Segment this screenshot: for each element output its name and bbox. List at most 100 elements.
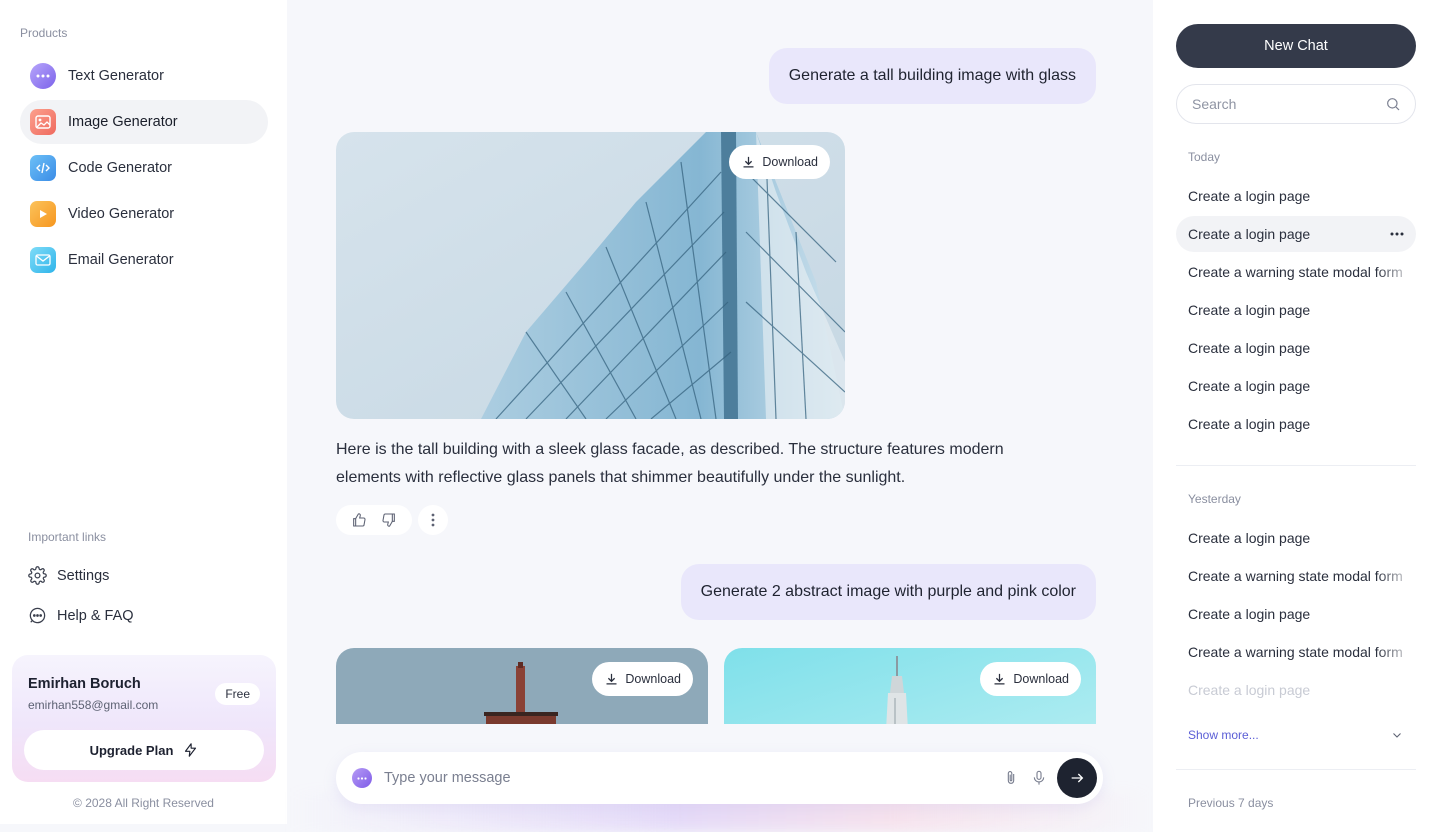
history-item-label: Create a login page [1188,226,1311,242]
generated-image-card: Download [336,132,845,419]
help-faq-label: Help & FAQ [57,607,134,624]
text-fade [1376,254,1416,290]
download-icon [743,156,754,167]
section-divider [1176,769,1416,770]
history-item[interactable]: Create a warning state modal form [1176,634,1416,670]
history-item-active[interactable]: Create a login page [1176,216,1416,252]
code-icon [30,155,56,181]
thumbs-down-button[interactable] [374,505,404,535]
download-label: Download [1013,672,1069,686]
user-message: Generate 2 abstract image with purple an… [680,564,1096,620]
text-fade [1376,634,1416,670]
gear-icon [28,566,47,585]
history-item-label: Create a warning state modal form [1188,568,1403,584]
download-label: Download [625,672,681,686]
history-item[interactable]: Create a login page [1176,672,1416,708]
generated-image-card: Download [724,648,1096,724]
video-play-icon [30,201,56,227]
history-item-label: Create a warning state modal form [1188,264,1403,280]
chat-history-panel: New Chat Today Create a login page Creat… [1153,0,1440,832]
thumbs-up-icon [353,513,366,527]
download-label: Download [762,155,818,169]
thumbs-down-icon [382,513,395,527]
help-faq-link[interactable]: Help & FAQ [28,606,134,625]
chat-main: Generate a tall building image with glas… [287,0,1153,832]
nav-label: Email Generator [68,252,174,268]
profile-card: Emirhan Boruch emirhan558@gmail.com Free… [12,655,276,782]
products-heading: Products [20,26,68,40]
section-divider [1176,465,1416,466]
profile-email: emirhan558@gmail.com [28,698,159,712]
attach-button[interactable] [997,764,1025,792]
show-more-button[interactable]: Show more... [1188,728,1403,742]
nav-label: Code Generator [68,160,172,176]
history-item[interactable]: Create a warning state modal form [1176,558,1416,594]
history-item[interactable]: Create a login page [1176,368,1416,404]
history-item-options-button[interactable] [1390,216,1404,252]
nav-label: Image Generator [68,114,178,130]
previous-7-days-label: Previous 7 days [1188,796,1274,810]
download-button[interactable]: Download [592,662,693,696]
upgrade-plan-button[interactable]: Upgrade Plan [24,730,264,770]
download-button[interactable]: Download [980,662,1081,696]
mail-icon [30,247,56,273]
settings-link[interactable]: Settings [28,566,109,585]
download-icon [994,673,1005,684]
message-composer [336,752,1103,804]
text-fade [1376,558,1416,594]
microphone-icon [1033,770,1045,785]
nav-item-video-generator[interactable]: Video Generator [20,192,268,236]
history-item[interactable]: Create a login page [1176,520,1416,556]
vertical-dots-icon [431,513,435,527]
nav-item-text-generator[interactable]: Text Generator [20,54,268,98]
upgrade-plan-label: Upgrade Plan [89,742,174,758]
send-button[interactable] [1057,758,1097,798]
microphone-button[interactable] [1025,764,1053,792]
feedback-pill [336,505,412,535]
history-item[interactable]: Create a login page [1176,292,1416,328]
new-chat-button[interactable]: New Chat [1176,24,1416,68]
help-chat-icon [29,607,46,624]
search-input[interactable] [1192,96,1385,112]
user-message: Generate a tall building image with glas… [768,48,1096,104]
download-button[interactable]: Download [729,145,830,179]
message-input[interactable] [384,770,997,786]
history-item-label: Create a warning state modal form [1188,644,1403,660]
settings-label: Settings [57,567,110,584]
more-options-button[interactable] [418,505,448,535]
history-item[interactable]: Create a login page [1176,330,1416,366]
chat-scroll-area[interactable]: Generate a tall building image with glas… [287,0,1153,724]
show-more-label: Show more... [1188,728,1259,742]
today-section-label: Today [1188,150,1221,164]
plan-badge: Free [215,683,260,705]
search-box [1176,84,1416,124]
assistant-avatar-icon [352,768,372,788]
yesterday-section-label: Yesterday [1188,492,1241,506]
nav-label: Text Generator [68,68,164,84]
nav-item-email-generator[interactable]: Email Generator [20,238,268,282]
history-item[interactable]: Create a login page [1176,596,1416,632]
copyright: © 2028 All Right Reserved [73,796,214,810]
important-links-heading: Important links [28,530,107,544]
lightning-icon [185,743,197,757]
chat-bubble-icon [30,63,56,89]
nav-item-code-generator[interactable]: Code Generator [20,146,268,190]
history-item[interactable]: Create a login page [1176,178,1416,214]
product-nav: Text Generator Image Generator Code Gene… [20,54,268,284]
message-feedback [336,505,448,535]
history-item[interactable]: Create a login page [1176,406,1416,442]
image-icon [30,109,56,135]
left-sidebar: Products Text Generator Image Generator … [0,0,287,824]
arrow-right-icon [1071,773,1084,783]
assistant-message: Here is the tall building with a sleek g… [336,441,1004,486]
paperclip-icon [1007,771,1015,784]
profile-name: Emirhan Boruch [28,676,141,692]
generated-image-card: Download [336,648,708,724]
nav-label: Video Generator [68,206,175,222]
download-icon [606,673,617,684]
horizontal-dots-icon [1390,232,1404,236]
search-icon[interactable] [1385,96,1401,112]
nav-item-image-generator[interactable]: Image Generator [20,100,268,144]
history-item[interactable]: Create a warning state modal form [1176,254,1416,290]
thumbs-up-button[interactable] [344,505,374,535]
